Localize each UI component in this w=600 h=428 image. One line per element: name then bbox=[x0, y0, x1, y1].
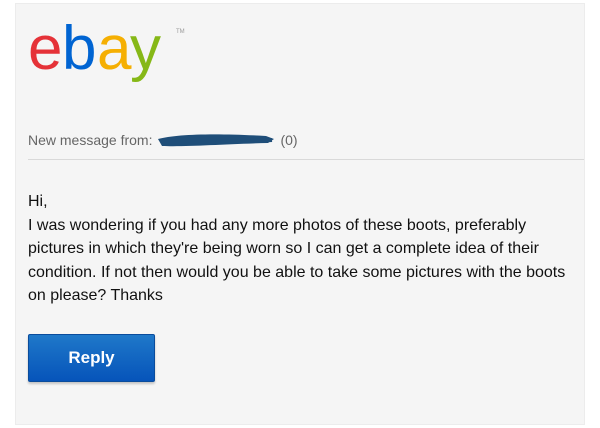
svg-text:b: b bbox=[62, 19, 94, 83]
svg-text:a: a bbox=[97, 19, 132, 83]
feedback-score[interactable]: (0) bbox=[280, 132, 297, 148]
from-label: New message from: bbox=[28, 132, 153, 148]
svg-text:e: e bbox=[28, 19, 60, 83]
message-greeting: Hi, bbox=[28, 193, 48, 210]
reply-button[interactable]: Reply bbox=[28, 334, 155, 382]
redacted-sender-name bbox=[156, 131, 276, 149]
email-card: e b a y TM New message from: (0) Hi, I w… bbox=[15, 3, 585, 425]
sender-row: New message from: (0) bbox=[28, 131, 298, 149]
svg-text:TM: TM bbox=[176, 29, 185, 35]
reply-button-label: Reply bbox=[68, 348, 115, 367]
svg-text:y: y bbox=[130, 19, 161, 83]
ebay-logo[interactable]: e b a y TM bbox=[28, 19, 208, 83]
message-body: Hi, I was wondering if you had any more … bbox=[28, 190, 580, 308]
divider bbox=[28, 159, 584, 160]
message-text: I was wondering if you had any more phot… bbox=[28, 216, 566, 305]
